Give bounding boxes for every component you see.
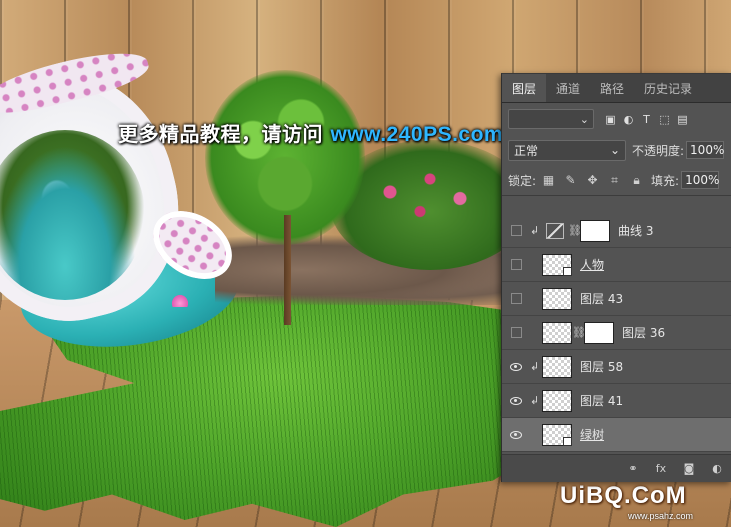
tab-layers[interactable]: 图层 bbox=[502, 74, 547, 102]
visibility-toggle[interactable] bbox=[508, 359, 524, 375]
clipping-arrow-icon: ↲ bbox=[530, 394, 540, 407]
tree-trunk bbox=[284, 215, 291, 325]
layer-row[interactable]: 人物 bbox=[502, 248, 731, 282]
layer-mask-thumbnail[interactable] bbox=[584, 321, 614, 344]
fill-label: 填充: bbox=[651, 173, 680, 188]
lock-label: 锁定: bbox=[508, 173, 537, 188]
promo-headline-url: www.240PS.com bbox=[330, 123, 504, 146]
layer-name[interactable]: 图层 43 bbox=[580, 290, 623, 307]
lock-move-icon[interactable]: ✥ bbox=[586, 173, 599, 187]
link-chain-icon[interactable]: ⛓ bbox=[568, 224, 582, 237]
layer-thumbnail[interactable] bbox=[542, 321, 572, 344]
lock-all-icon[interactable]: 🔒︎ bbox=[630, 173, 643, 187]
filter-smart-object-icon[interactable]: ▤ bbox=[676, 113, 689, 126]
blend-mode-select[interactable]: 正常 ⌄ bbox=[508, 139, 626, 161]
opacity-input[interactable]: 100% bbox=[686, 141, 724, 159]
visibility-toggle[interactable] bbox=[508, 427, 524, 443]
panel-tab-bar: 图层 通道 路径 历史记录 bbox=[502, 74, 731, 103]
link-chain-icon[interactable]: ⛓ bbox=[572, 326, 586, 339]
add-mask-icon[interactable]: ◙ bbox=[682, 462, 696, 476]
filter-pixel-icon[interactable]: ▣ bbox=[604, 113, 617, 126]
layer-thumbnail[interactable] bbox=[542, 287, 572, 310]
eye-icon bbox=[510, 362, 522, 371]
visibility-toggle[interactable] bbox=[508, 393, 524, 409]
layer-row[interactable]: ↲ ⛓ 曲线 3 bbox=[502, 214, 731, 248]
layer-thumbnail[interactable] bbox=[542, 355, 572, 378]
lock-row: 锁定: ▦ ✎ ✥ ⌗ 🔒︎ 填充: 100% bbox=[502, 165, 731, 196]
visibility-toggle[interactable] bbox=[508, 257, 524, 273]
filter-shape-icon[interactable]: ⬚ bbox=[658, 113, 671, 126]
promo-headline: 更多精品教程，请访问 www.240PS.com bbox=[118, 118, 503, 147]
lock-brush-icon[interactable]: ✎ bbox=[564, 173, 577, 187]
watermark-logo: UiBQ.CoM bbox=[560, 482, 687, 509]
blend-row: 正常 ⌄ 不透明度: 100% bbox=[502, 135, 731, 165]
opacity-label: 不透明度: bbox=[632, 143, 685, 158]
lotus-flower bbox=[172, 295, 188, 307]
layer-name[interactable]: 绿树 bbox=[580, 426, 604, 443]
lock-artboard-icon[interactable]: ⌗ bbox=[608, 173, 621, 187]
chevron-down-icon: ⌄ bbox=[579, 112, 589, 126]
tab-history[interactable]: 历史记录 bbox=[634, 74, 702, 102]
tab-paths[interactable]: 路径 bbox=[590, 74, 634, 102]
fill-input[interactable]: 100% bbox=[681, 171, 719, 189]
fx-icon[interactable]: fx bbox=[654, 462, 668, 476]
layer-thumbnail[interactable] bbox=[542, 423, 572, 446]
filter-kind-select[interactable]: ⌄ bbox=[508, 109, 594, 129]
visibility-toggle[interactable] bbox=[508, 325, 524, 341]
layer-name[interactable]: 图层 58 bbox=[580, 358, 623, 375]
layer-name[interactable]: 图层 36 bbox=[622, 324, 665, 341]
layer-thumbnail[interactable] bbox=[542, 389, 572, 412]
layer-row-selected[interactable]: 绿树 bbox=[502, 418, 731, 452]
tab-channels[interactable]: 通道 bbox=[546, 74, 590, 102]
layer-row[interactable]: 图层 43 bbox=[502, 282, 731, 316]
lock-icons: ▦ ✎ ✥ ⌗ 🔒︎ bbox=[542, 173, 643, 188]
clipping-arrow-icon: ↲ bbox=[530, 360, 540, 373]
promo-headline-text: 更多精品教程，请访问 bbox=[118, 122, 331, 146]
eye-icon bbox=[510, 396, 522, 405]
layer-row[interactable]: ↲ 图层 58 bbox=[502, 350, 731, 384]
filter-adjustment-icon[interactable]: ◐ bbox=[622, 113, 635, 126]
watermark-url: www.psahz.com bbox=[628, 511, 694, 521]
curves-adjustment-icon bbox=[546, 222, 564, 239]
link-layers-icon[interactable]: ⚭ bbox=[626, 462, 640, 476]
layer-name[interactable]: 图层 41 bbox=[580, 392, 623, 409]
layer-thumbnail[interactable] bbox=[542, 253, 572, 276]
eye-icon bbox=[510, 430, 522, 439]
chevron-down-icon: ⌄ bbox=[609, 143, 620, 157]
eye-hidden-icon bbox=[510, 327, 522, 338]
layer-filter-row: ⌄ ▣ ◐ T ⬚ ▤ bbox=[502, 103, 731, 135]
eye-hidden-icon bbox=[510, 225, 522, 236]
filter-type-icon[interactable]: T bbox=[640, 113, 653, 126]
layer-name[interactable]: 曲线 3 bbox=[618, 222, 653, 239]
lock-transparent-icon[interactable]: ▦ bbox=[542, 173, 555, 187]
layer-mask-thumbnail[interactable] bbox=[580, 219, 610, 242]
eye-hidden-icon bbox=[510, 293, 522, 304]
layer-name[interactable]: 人物 bbox=[580, 256, 604, 273]
blend-mode-value: 正常 bbox=[514, 143, 539, 158]
layer-row[interactable]: ↲ 图层 41 bbox=[502, 384, 731, 418]
visibility-toggle[interactable] bbox=[508, 223, 524, 239]
new-adjustment-icon[interactable]: ◐ bbox=[710, 462, 724, 476]
filter-icons: ▣ ◐ T ⬚ ▤ bbox=[604, 113, 689, 126]
layer-row[interactable]: ⛓ 图层 36 bbox=[502, 316, 731, 350]
layer-list: ↲ ⛓ 曲线 3 人物 图层 43 ⛓ 图层 36 ↲ 图层 58 ↲ 图层 4… bbox=[502, 214, 731, 452]
layers-panel: 图层 通道 路径 历史记录 ⌄ ▣ ◐ T ⬚ ▤ 正常 ⌄ 不透明度: 100… bbox=[501, 73, 731, 482]
eye-hidden-icon bbox=[510, 259, 522, 270]
panel-footer: ⚭ fx ◙ ◐ bbox=[502, 454, 731, 482]
clipping-arrow-icon: ↲ bbox=[530, 224, 540, 237]
visibility-toggle[interactable] bbox=[508, 291, 524, 307]
